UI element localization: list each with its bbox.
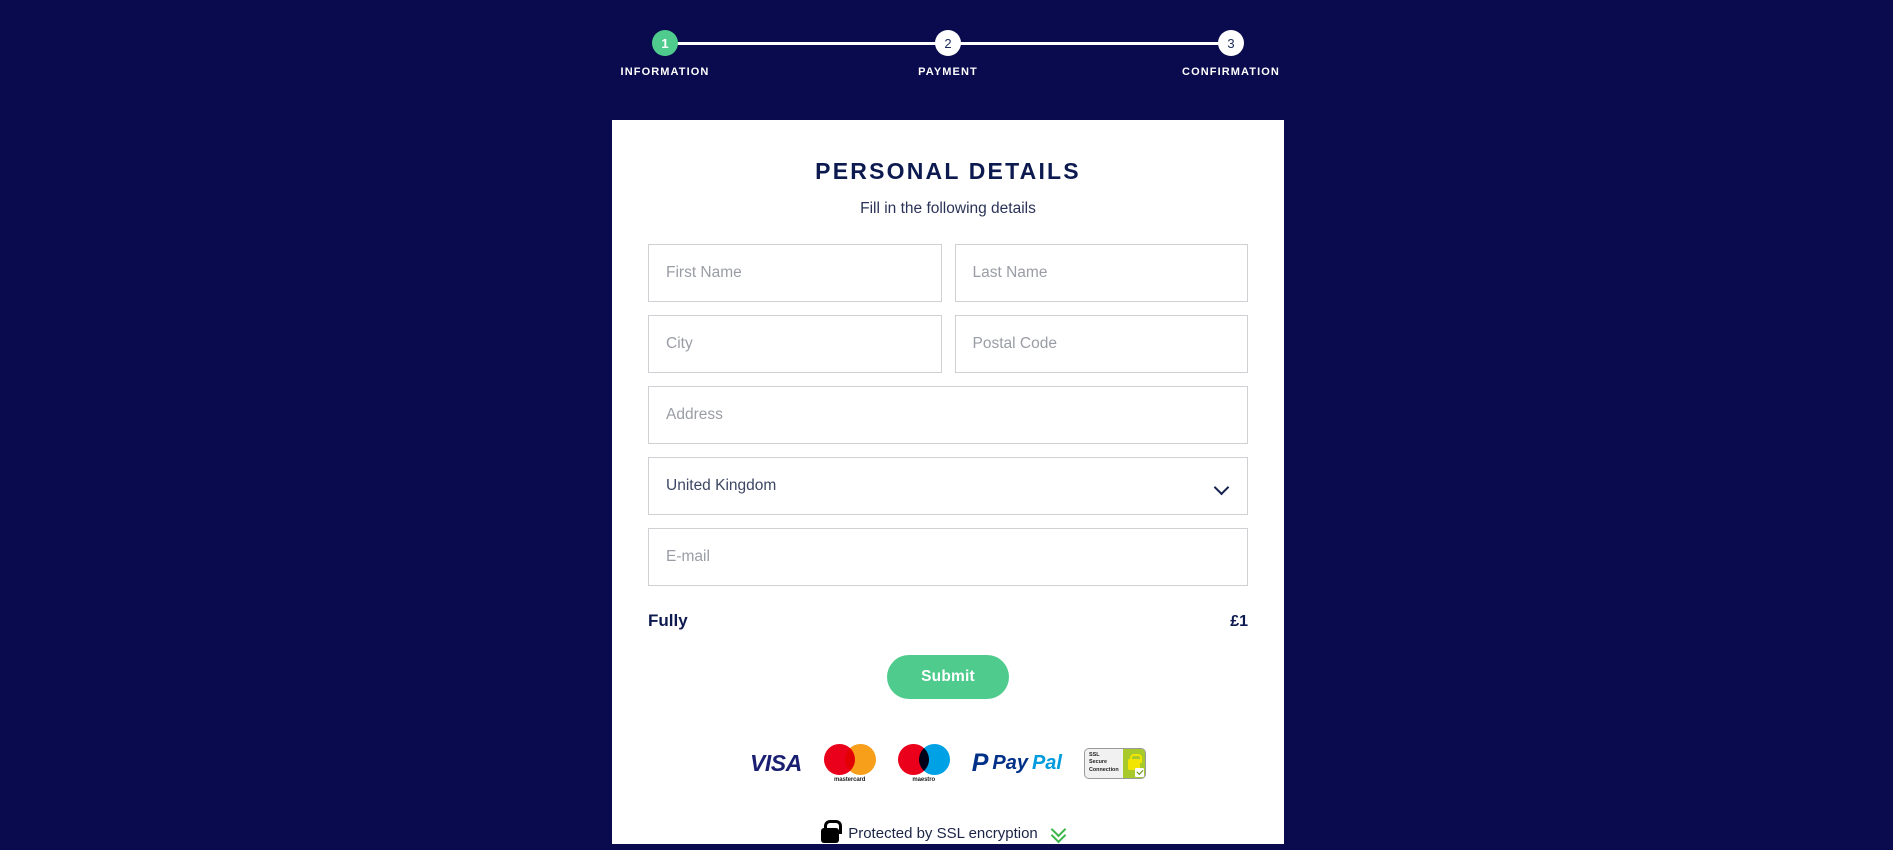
chevron-down-icon — [1215, 482, 1230, 491]
form-row-email: E-mail — [648, 528, 1248, 586]
stepper-step-confirmation[interactable]: 3 CONFIRMATION — [1178, 22, 1284, 78]
ssl-badge-line-3: Connection — [1089, 766, 1119, 773]
ssl-badge-lock-icon — [1123, 748, 1145, 778]
payment-methods-row: VISA mastercard maestro P Pay Pal SSL Se… — [648, 743, 1248, 783]
double-chevron-down-icon — [1049, 821, 1075, 843]
step-circle-3[interactable]: 3 — [1218, 30, 1244, 56]
mastercard-logo: mastercard — [823, 743, 876, 783]
step-label-payment: PAYMENT — [918, 66, 978, 78]
form-row-country: United Kingdom — [648, 457, 1248, 515]
step-label-information: INFORMATION — [620, 66, 710, 78]
maestro-logo-text: maestro — [912, 776, 936, 783]
step-circle-2[interactable]: 2 — [935, 30, 961, 56]
email-placeholder: E-mail — [666, 548, 710, 565]
form-row-name: First Name Last Name — [648, 244, 1248, 302]
stepper-step-payment[interactable]: 2 PAYMENT — [895, 22, 1001, 78]
paypal-mark-icon: P — [971, 748, 989, 777]
personal-details-form: First Name Last Name City Postal Code Ad… — [648, 244, 1248, 586]
address-input[interactable]: Address — [648, 386, 1248, 444]
maestro-circles-icon — [897, 743, 950, 775]
stepper-step-information[interactable]: 1 INFORMATION — [612, 22, 718, 78]
order-item-label: Fully — [648, 611, 688, 630]
submit-button-wrapper: Submit — [648, 655, 1248, 699]
visa-logo: VISA — [750, 750, 802, 777]
personal-details-card: PERSONAL DETAILS Fill in the following d… — [612, 120, 1284, 844]
maestro-logo: maestro — [897, 743, 950, 783]
address-placeholder: Address — [666, 406, 723, 423]
step-number-2: 2 — [944, 35, 952, 51]
step-circle-1[interactable]: 1 — [652, 30, 678, 56]
checkout-page: 1 INFORMATION 2 PAYMENT 3 CONFIRMATION P… — [0, 0, 1893, 850]
city-input[interactable]: City — [648, 315, 942, 373]
ssl-badge-line-2: Secure — [1089, 759, 1107, 766]
postal-code-input[interactable]: Postal Code — [954, 315, 1248, 373]
mastercard-circles-icon — [823, 743, 876, 775]
country-select[interactable]: United Kingdom — [648, 457, 1248, 515]
city-placeholder: City — [666, 335, 693, 352]
first-name-placeholder: First Name — [666, 264, 742, 281]
page-subtitle: Fill in the following details — [860, 200, 1036, 217]
email-field[interactable]: E-mail — [648, 528, 1248, 586]
padlock-icon — [821, 820, 843, 843]
first-name-input[interactable]: First Name — [648, 244, 942, 302]
paypal-logo-text-pay: Pay — [992, 752, 1028, 774]
paypal-logo-text-pal: Pal — [1031, 752, 1062, 774]
submit-button[interactable]: Submit — [887, 655, 1009, 699]
ssl-encryption-footer: Protected by SSL encryption — [648, 820, 1248, 843]
last-name-placeholder: Last Name — [972, 264, 1048, 281]
step-number-3: 3 — [1227, 35, 1235, 51]
checkout-stepper: 1 INFORMATION 2 PAYMENT 3 CONFIRMATION — [612, 22, 1284, 90]
mastercard-logo-text: mastercard — [834, 776, 866, 783]
order-total-price: £1 — [1230, 613, 1248, 630]
form-row-address: Address — [648, 386, 1248, 444]
step-number-1: 1 — [661, 35, 669, 51]
last-name-input[interactable]: Last Name — [954, 244, 1248, 302]
paypal-logo: P Pay Pal — [971, 748, 1062, 777]
page-title: PERSONAL DETAILS — [815, 158, 1081, 184]
visa-logo-text: VISA — [750, 749, 802, 776]
form-row-location: City Postal Code — [648, 315, 1248, 373]
country-selected-value: United Kingdom — [666, 477, 777, 494]
postal-code-placeholder: Postal Code — [972, 335, 1057, 352]
order-total-row: Fully £1 — [648, 611, 1248, 631]
ssl-badge-line-1: SSL — [1089, 752, 1100, 759]
ssl-badge-text: SSL Secure Connection — [1085, 749, 1123, 778]
ssl-encryption-text: Protected by SSL encryption — [848, 824, 1038, 842]
ssl-secure-connection-badge: SSL Secure Connection — [1084, 747, 1146, 779]
step-label-confirmation: CONFIRMATION — [1182, 66, 1280, 78]
